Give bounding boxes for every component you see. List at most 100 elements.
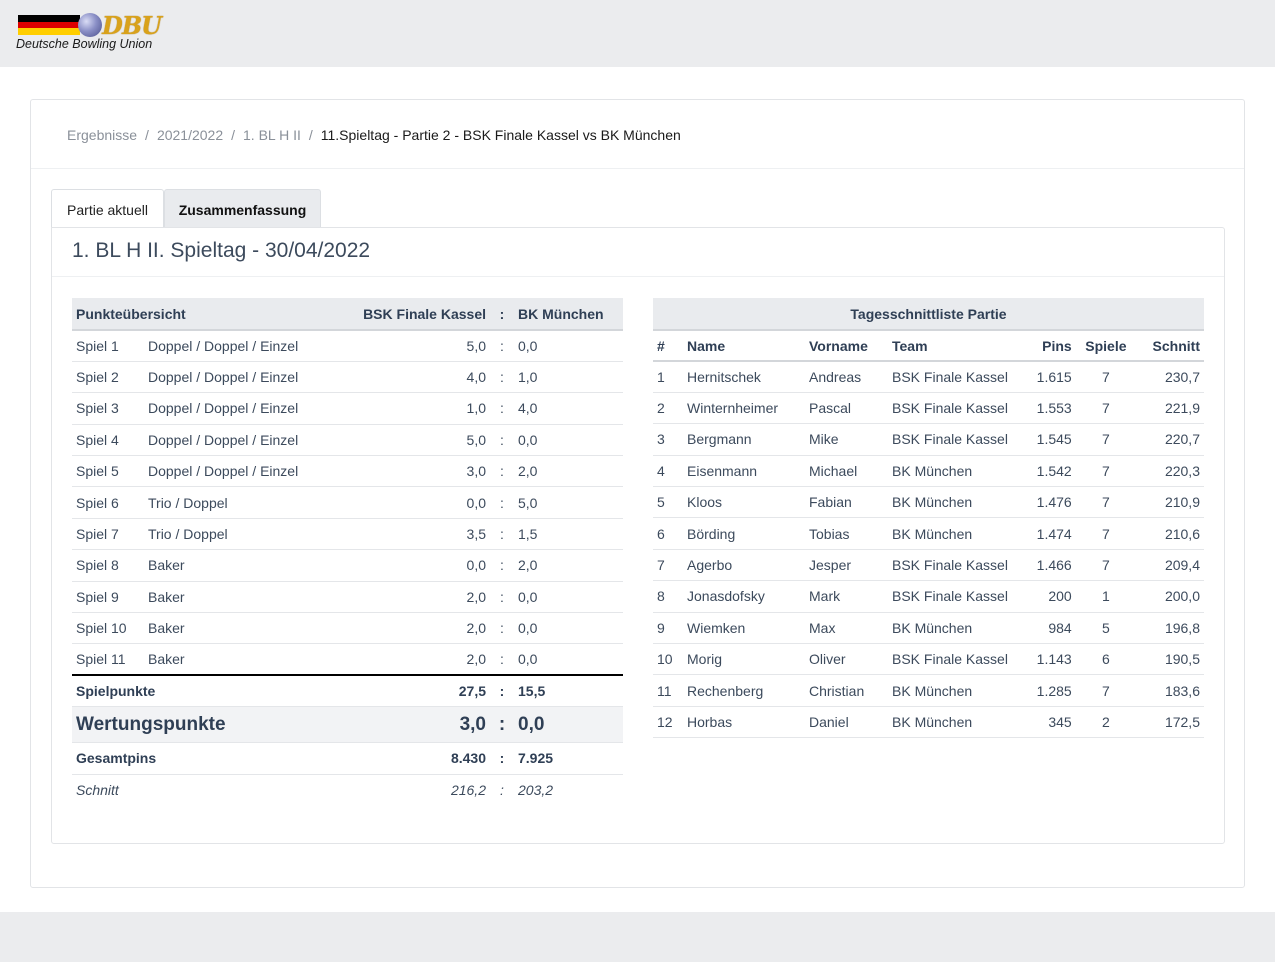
top-bar: DBU Deutsche Bowling Union [0,0,1275,67]
ranking-name: Bergmann [683,423,805,456]
points-header-row: Punkteübersicht BSK Finale Kassel : BK M… [72,298,623,331]
ranking-row: 12 Horbas Daniel BK München 345 2 172,5 [653,706,1204,739]
ranking-row: 2 Winternheimer Pascal BSK Finale Kassel 1.5… [653,392,1204,425]
game-row: Spiel 11 Baker 2,0:0,0 [72,643,623,677]
ranking-name: Wiemken [683,612,805,645]
col-header-vorname[interactable]: Vorname [805,330,888,362]
col-header-name[interactable]: Name [683,330,805,362]
ranking-rank: 3 [653,423,683,456]
ranking-table: Tagesschnittliste Partie # Name Vorname Tea… [653,298,1204,739]
spielpunkte-row: Spielpunkte 27,5:15,5 [72,675,623,708]
game-format: Doppel / Doppel / Einzel [144,361,352,394]
ranking-row: 6 Börding Tobias BK München 1.474 7 210,6 [653,517,1204,550]
ranking-pins: 1.143 [1023,643,1076,676]
tab-partie-aktuell[interactable]: Partie aktuell [51,189,164,228]
ranking-vorname: Daniel [805,706,888,739]
game-format: Doppel / Doppel / Einzel [144,424,352,457]
game-number: Spiel 7 [72,518,144,551]
breadcrumb-bar: Ergebnisse / 2021/2022 / 1. BL H II / 11.Spiel… [31,100,1244,169]
game-score-b: 0,0 [514,612,623,645]
ranking-rank: 11 [653,674,683,707]
ranking-rank: 4 [653,455,683,488]
game-score-b: 2,0 [514,549,623,582]
ranking-name: Agerbo [683,549,805,582]
ranking-pins: 200 [1023,580,1076,613]
game-row: Spiel 8 Baker 0,0:2,0 [72,549,623,582]
game-score-a: 5,0 [352,424,490,457]
ranking-schnitt: 183,6 [1136,674,1204,707]
breadcrumb-ergebnisse[interactable]: Ergebnisse [67,127,137,143]
ranking-schnitt: 230,7 [1136,361,1204,393]
game-score-a: 0,0 [352,549,490,582]
ranking-vorname: Tobias [805,517,888,550]
col-header-schnitt[interactable]: Schnitt [1136,330,1204,362]
ranking-team: BK München [888,706,1023,739]
ranking-vorname: Jesper [805,549,888,582]
ranking-name: Eisenmann [683,455,805,488]
ranking-team: BK München [888,455,1023,488]
main-content: Ergebnisse / 2021/2022 / 1. BL H II / 11.Spiel… [0,67,1275,912]
col-header-spiele[interactable]: Spiele [1075,330,1137,362]
ranking-team: BK München [888,486,1023,519]
points-header-team-b: BK München [514,298,623,331]
ranking-team: BSK Finale Kassel [888,392,1023,425]
game-row: Spiel 3 Doppel / Doppel / Einzel 1,0:4,0 [72,392,623,425]
game-number: Spiel 10 [72,612,144,645]
ranking-rank: 5 [653,486,683,519]
ranking-team: BK München [888,674,1023,707]
ranking-spiele: 7 [1075,423,1137,456]
ranking-spiele: 7 [1075,517,1137,550]
ranking-row: 10 Morig Oliver BSK Finale Kassel 1.143 6 190,… [653,643,1204,676]
ranking-schnitt: 210,9 [1136,486,1204,519]
game-number: Spiel 1 [72,330,144,362]
ranking-pins: 345 [1023,706,1076,739]
ranking-name: Winternheimer [683,392,805,425]
breadcrumb-current: 11.Spieltag - Partie 2 - BSK Finale Kass… [320,127,681,143]
score-sep: : [490,424,514,457]
ranking-team: BSK Finale Kassel [888,423,1023,456]
game-score-a: 4,0 [352,361,490,394]
tab-zusammenfassung[interactable]: Zusammenfassung [164,189,321,228]
ranking-rank: 1 [653,361,683,393]
game-number: Spiel 4 [72,424,144,457]
ranking-schnitt: 196,8 [1136,612,1204,645]
breadcrumb-season[interactable]: 2021/2022 [157,127,223,143]
ranking-vorname: Mike [805,423,888,456]
dbu-logo[interactable]: DBU Deutsche Bowling Union [16,11,176,56]
breadcrumb: Ergebnisse / 2021/2022 / 1. BL H II / 11.Spiel… [67,127,681,143]
points-header-title: Punkteübersicht [72,298,352,331]
ranking-rank: 2 [653,392,683,425]
col-header-rank[interactable]: # [653,330,683,362]
breadcrumb-separator: / [145,127,149,143]
game-format: Baker [144,612,352,645]
ranking-row: 3 Bergmann Mike BSK Finale Kassel 1.545 7 220,… [653,423,1204,456]
game-row: Spiel 9 Baker 2,0:0,0 [72,581,623,614]
ranking-header-row: # Name Vorname Team Pins Spiele Schnitt [653,330,1204,362]
ranking-row: 1 Hernitschek Andreas BSK Finale Kassel 1.61… [653,361,1204,393]
gesamtpins-a: 8.430 [352,742,490,775]
game-score-a: 2,0 [352,581,490,614]
game-score-b: 1,0 [514,361,623,394]
game-number: Spiel 9 [72,581,144,614]
game-row: Spiel 7 Trio / Doppel 3,5:1,5 [72,518,623,551]
schnitt-a: 216,2 [450,782,486,799]
col-header-team[interactable]: Team [888,330,1023,362]
ranking-schnitt: 190,5 [1136,643,1204,676]
ranking-team: BK München [888,517,1023,550]
score-sep: : [490,549,514,582]
game-score-b: 0,0 [514,643,623,677]
ranking-row: 11 Rechenberg Christian BK München 1.285 7 183… [653,674,1204,707]
breadcrumb-separator: / [231,127,236,143]
breadcrumb-league[interactable]: 1. BL H II [243,127,301,143]
gesamtpins-label: Gesamtpins [72,742,352,775]
game-row: Spiel 6 Trio / Doppel 0,0:5,0 [72,486,623,519]
col-header-pins[interactable]: Pins [1023,330,1076,362]
ranking-name: Rechenberg [683,674,805,707]
ranking-row: 7 Agerbo Jesper BSK Finale Kassel 1.466 7 209,… [653,549,1204,582]
points-table: Punkteübersicht BSK Finale Kassel : BK M… [72,298,623,805]
game-format: Doppel / Doppel / Einzel [144,392,352,425]
ranking-rank: 9 [653,612,683,645]
logo-tagline: Deutsche Bowling Union [16,37,153,51]
ranking-name: Jonasdofsky [683,580,805,613]
ranking-row: 9 Wiemken Max BK München 984 5 196,8 [653,612,1204,645]
